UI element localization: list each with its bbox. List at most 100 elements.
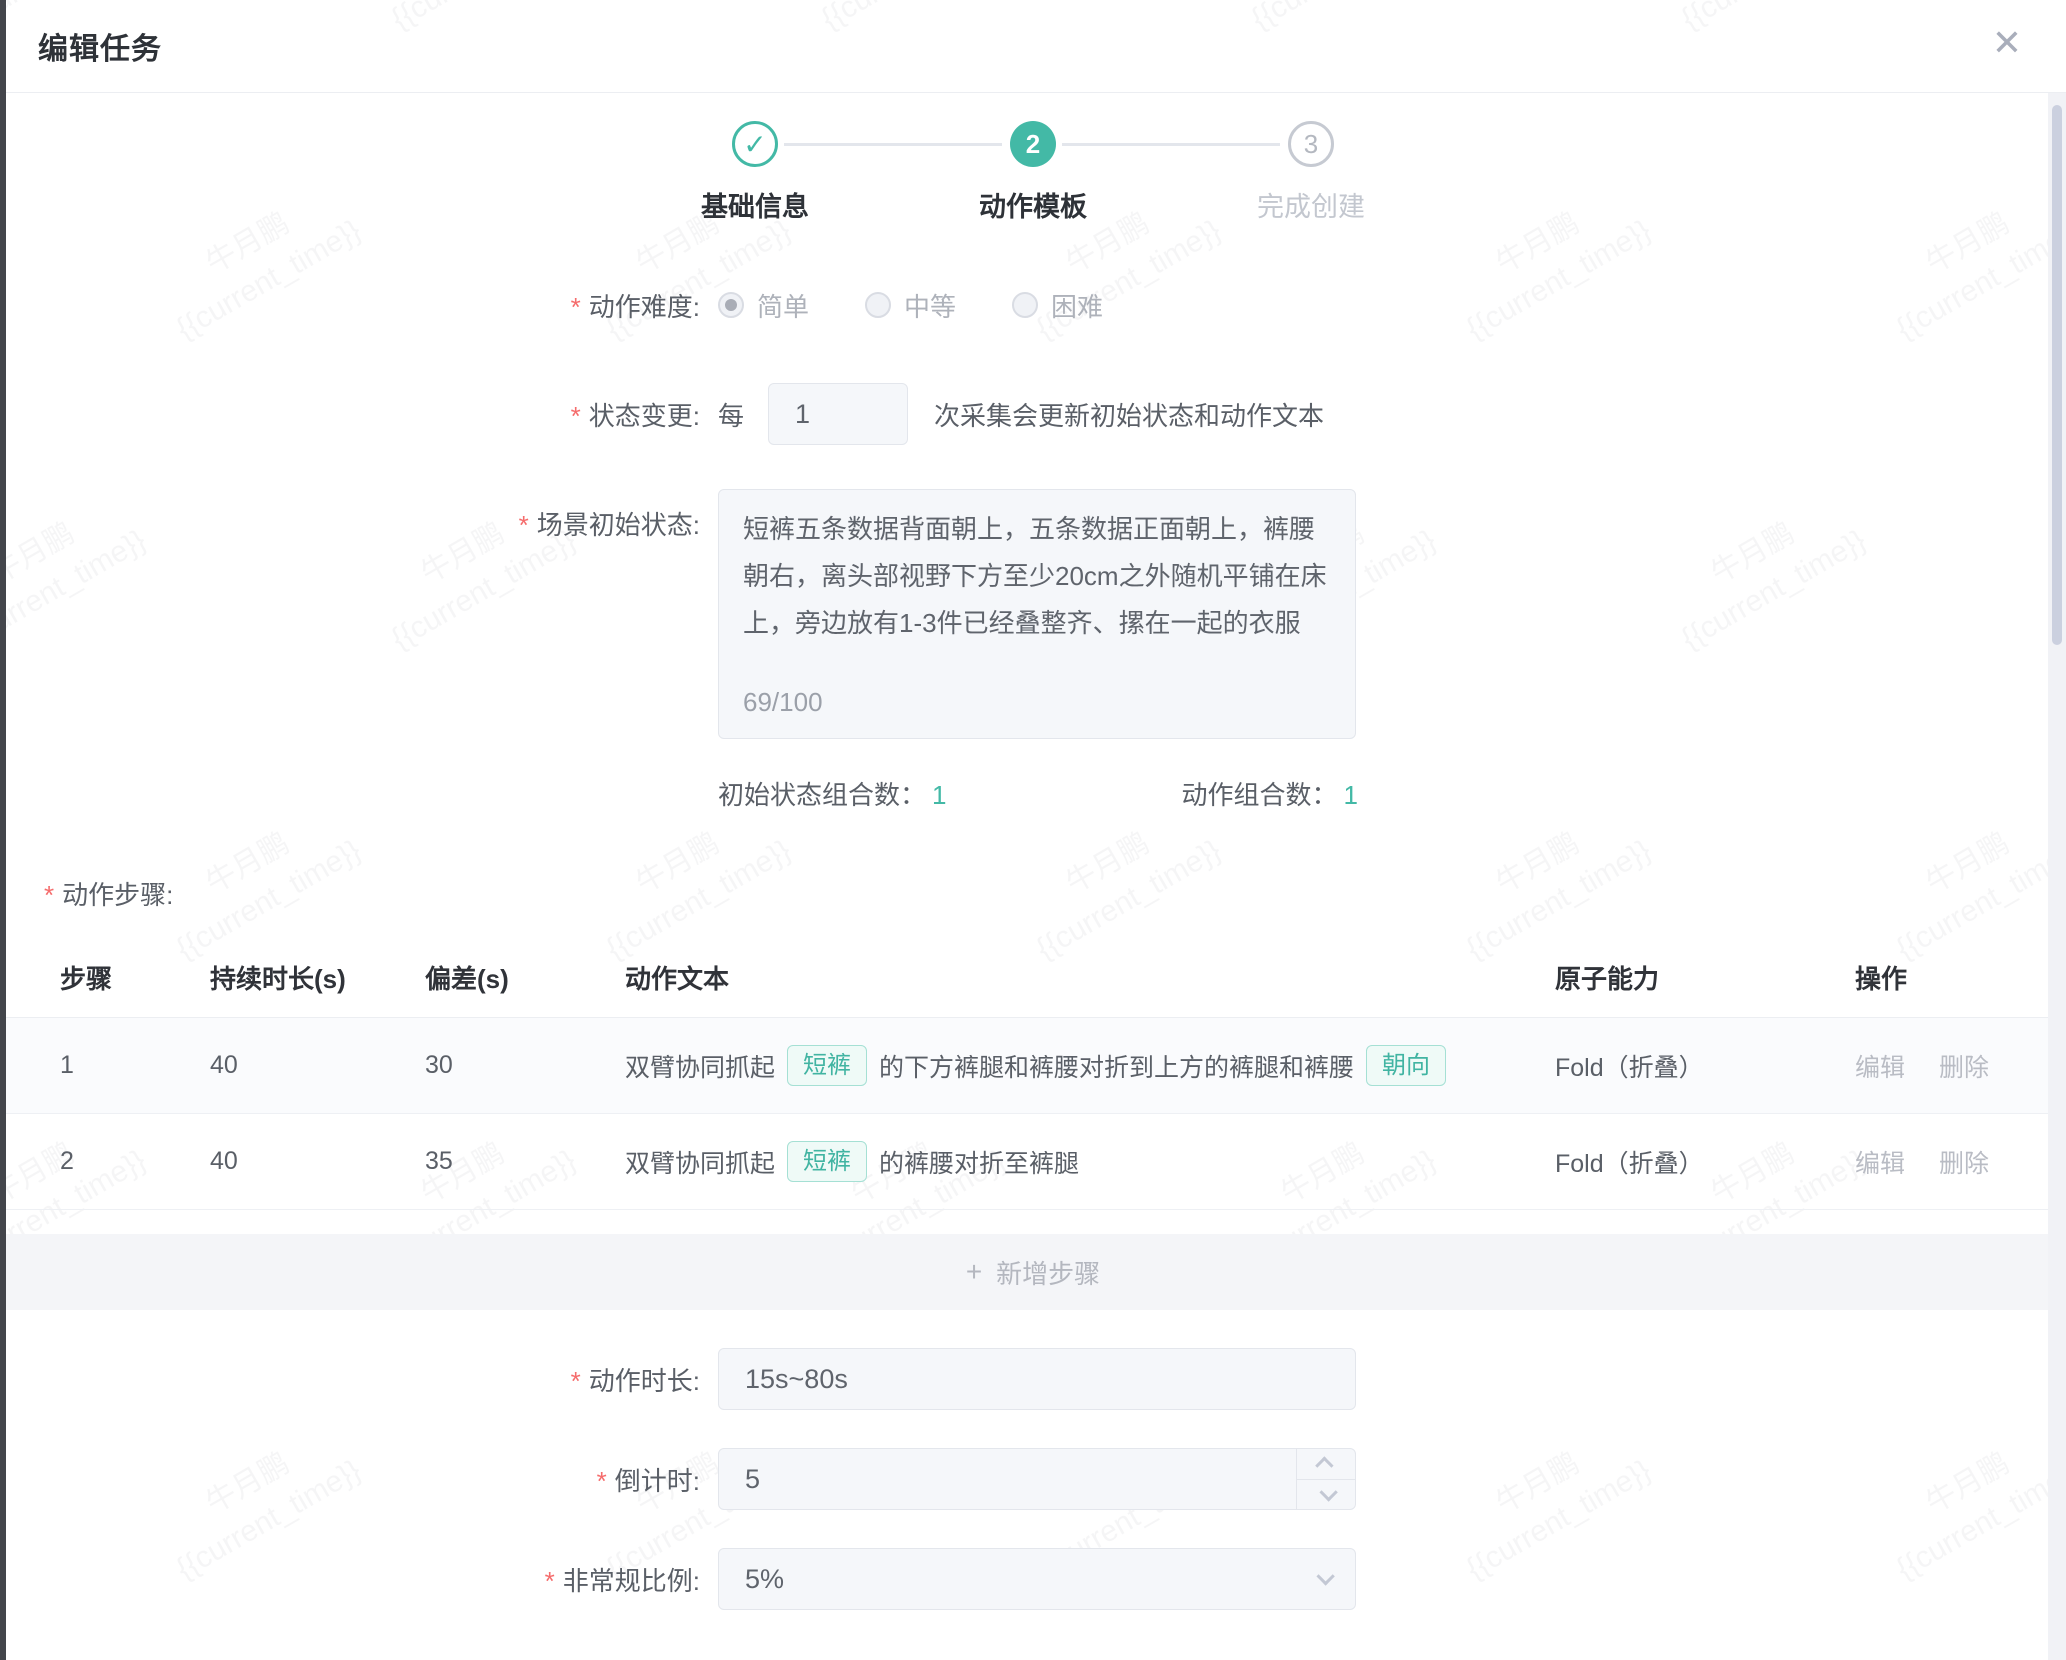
countdown-row: *倒计时: 5 xyxy=(0,1448,2066,1510)
step-label: 完成创建 xyxy=(1172,185,1450,224)
add-step-button[interactable]: + 新增步骤 xyxy=(0,1234,2066,1310)
radio-medium[interactable]: 中等 xyxy=(865,287,956,324)
countdown-label: *倒计时: xyxy=(0,1461,700,1498)
page-left-edge xyxy=(0,0,6,1660)
action-text-chip: 短裤 xyxy=(787,1141,867,1182)
cell-atomic-ability: Fold（折叠） xyxy=(1555,1144,1855,1180)
cell-deviation: 30 xyxy=(425,1051,625,1080)
add-step-label: 新增步骤 xyxy=(996,1254,1100,1291)
radio-simple[interactable]: 简单 xyxy=(718,287,809,324)
action-steps-section-label: *动作步骤: xyxy=(44,875,2066,912)
required-mark: * xyxy=(571,292,581,322)
action-text-fragment: 双臂协同抓起 xyxy=(625,1048,775,1084)
combo-counts-row: 初始状态组合数：1 动作组合数：1 xyxy=(0,775,2066,811)
dialog-title: 编辑任务 xyxy=(38,24,162,68)
cell-operations: 编辑 删除 xyxy=(1855,1144,2066,1180)
initial-state-textarea[interactable]: 短裤五条数据背面朝上，五条数据正面朝上，裤腰朝右，离头部视野下方至少20cm之外… xyxy=(718,489,1356,739)
action-text-fragment: 双臂协同抓起 xyxy=(625,1144,775,1180)
state-change-input[interactable]: 1 xyxy=(768,383,908,445)
countdown-input[interactable]: 5 xyxy=(718,1448,1356,1510)
cell-atomic-ability: Fold（折叠） xyxy=(1555,1048,1855,1084)
edit-link[interactable]: 编辑 xyxy=(1855,1150,1905,1178)
cell-action-text: 双臂协同抓起短裤的下方裤腿和裤腰对折到上方的裤腿和裤腰朝向 xyxy=(625,1045,1555,1086)
table-body: 14030双臂协同抓起短裤的下方裤腿和裤腰对折到上方的裤腿和裤腰朝向Fold（折… xyxy=(0,1018,2066,1210)
chevron-down-icon xyxy=(1319,1483,1337,1501)
col-step: 步骤 xyxy=(60,959,210,996)
state-change-suffix: 次采集会更新初始状态和动作文本 xyxy=(934,396,1324,433)
radio-label: 中等 xyxy=(904,287,956,324)
table-row: 24035双臂协同抓起短裤的裤腰对折至裤腿Fold（折叠）编辑删除 xyxy=(0,1114,2066,1210)
action-duration-label: *动作时长: xyxy=(0,1361,700,1398)
state-change-prefix: 每 xyxy=(718,396,744,433)
table-header: 步骤 持续时长(s) 偏差(s) 动作文本 原子能力 操作 xyxy=(0,938,2066,1018)
close-icon[interactable]: ✕ xyxy=(1992,25,2022,61)
action-duration-row: *动作时长: 15s~80s xyxy=(0,1348,2066,1410)
difficulty-label: *动作难度: xyxy=(0,287,700,324)
radio-label: 困难 xyxy=(1051,287,1103,324)
col-duration: 持续时长(s) xyxy=(210,959,425,996)
action-text-fragment: 的裤腰对折至裤腿 xyxy=(879,1144,1079,1180)
action-text-fragment: 的下方裤腿和裤腰对折到上方的裤腿和裤腰 xyxy=(879,1048,1354,1084)
number-spinner xyxy=(1296,1449,1355,1509)
col-action-text: 动作文本 xyxy=(625,959,1555,996)
cell-step: 2 xyxy=(60,1147,210,1176)
step-label: 动作模板 xyxy=(894,185,1172,224)
required-mark: * xyxy=(571,1366,581,1396)
delete-link[interactable]: 删除 xyxy=(1939,1150,1989,1178)
step-action-template: 2 动作模板 xyxy=(894,121,1172,224)
required-mark: * xyxy=(597,1466,607,1496)
step-check-icon: ✓ xyxy=(732,121,778,167)
unusual-ratio-select[interactable]: 5% xyxy=(718,1548,1356,1610)
initial-combos-value: 1 xyxy=(932,780,946,810)
initial-state-row: *场景初始状态: 短裤五条数据背面朝上，五条数据正面朝上，裤腰朝右，离头部视野下… xyxy=(0,489,2066,739)
edit-link[interactable]: 编辑 xyxy=(1855,1054,1905,1082)
radio-icon xyxy=(1012,292,1038,318)
initial-state-label: *场景初始状态: xyxy=(0,489,700,542)
dialog-header: 编辑任务 ✕ xyxy=(0,0,2066,93)
action-combos-value: 1 xyxy=(1344,780,1358,810)
required-mark: * xyxy=(571,401,581,431)
cell-duration: 40 xyxy=(210,1051,425,1080)
col-deviation: 偏差(s) xyxy=(425,959,625,996)
required-mark: * xyxy=(545,1566,555,1596)
unusual-ratio-label: *非常规比例: xyxy=(0,1561,700,1598)
cell-duration: 40 xyxy=(210,1147,425,1176)
initial-combos: 初始状态组合数：1 xyxy=(718,775,946,812)
step-number: 2 xyxy=(1010,121,1056,167)
required-mark: * xyxy=(44,880,54,910)
action-duration-input[interactable]: 15s~80s xyxy=(718,1348,1356,1410)
initial-state-text: 短裤五条数据背面朝上，五条数据正面朝上，裤腰朝右，离头部视野下方至少20cm之外… xyxy=(743,514,1327,638)
radio-hard[interactable]: 困难 xyxy=(1012,287,1103,324)
cell-step: 1 xyxy=(60,1051,210,1080)
spinner-up-button[interactable] xyxy=(1297,1449,1355,1479)
scrollbar-thumb[interactable] xyxy=(2052,105,2062,645)
char-counter: 69/100 xyxy=(743,679,823,726)
radio-icon xyxy=(865,292,891,318)
step-label: 基础信息 xyxy=(616,185,894,224)
radio-icon xyxy=(718,292,744,318)
state-change-row: *状态变更: 每 1 次采集会更新初始状态和动作文本 xyxy=(0,383,2066,445)
action-text-chip: 朝向 xyxy=(1366,1045,1446,1086)
step-number: 3 xyxy=(1288,121,1334,167)
spinner-down-button[interactable] xyxy=(1297,1479,1355,1510)
chevron-up-icon xyxy=(1315,1457,1333,1475)
unusual-ratio-value: 5% xyxy=(718,1548,1356,1610)
scrollbar-track[interactable] xyxy=(2048,93,2066,1660)
cell-operations: 编辑 删除 xyxy=(1855,1048,2066,1084)
action-text-chip: 短裤 xyxy=(787,1045,867,1086)
state-change-label: *状态变更: xyxy=(0,396,700,433)
col-operations: 操作 xyxy=(1855,959,2066,996)
cell-deviation: 35 xyxy=(425,1147,625,1176)
stepper: ✓ 基础信息 2 动作模板 3 完成创建 xyxy=(616,121,1450,249)
table-row: 14030双臂协同抓起短裤的下方裤腿和裤腰对折到上方的裤腿和裤腰朝向Fold（折… xyxy=(0,1018,2066,1114)
unusual-ratio-row: *非常规比例: 5% xyxy=(0,1548,2066,1610)
delete-link[interactable]: 删除 xyxy=(1939,1054,1989,1082)
step-finish-create: 3 完成创建 xyxy=(1172,121,1450,224)
required-mark: * xyxy=(519,510,529,540)
plus-icon: + xyxy=(966,1256,982,1288)
step-basic-info: ✓ 基础信息 xyxy=(616,121,894,224)
difficulty-row: *动作难度: 简单 中等 困难 xyxy=(0,285,2066,325)
cell-action-text: 双臂协同抓起短裤的裤腰对折至裤腿 xyxy=(625,1141,1555,1182)
action-combos: 动作组合数：1 xyxy=(1182,775,1358,812)
col-atomic-ability: 原子能力 xyxy=(1555,959,1855,996)
